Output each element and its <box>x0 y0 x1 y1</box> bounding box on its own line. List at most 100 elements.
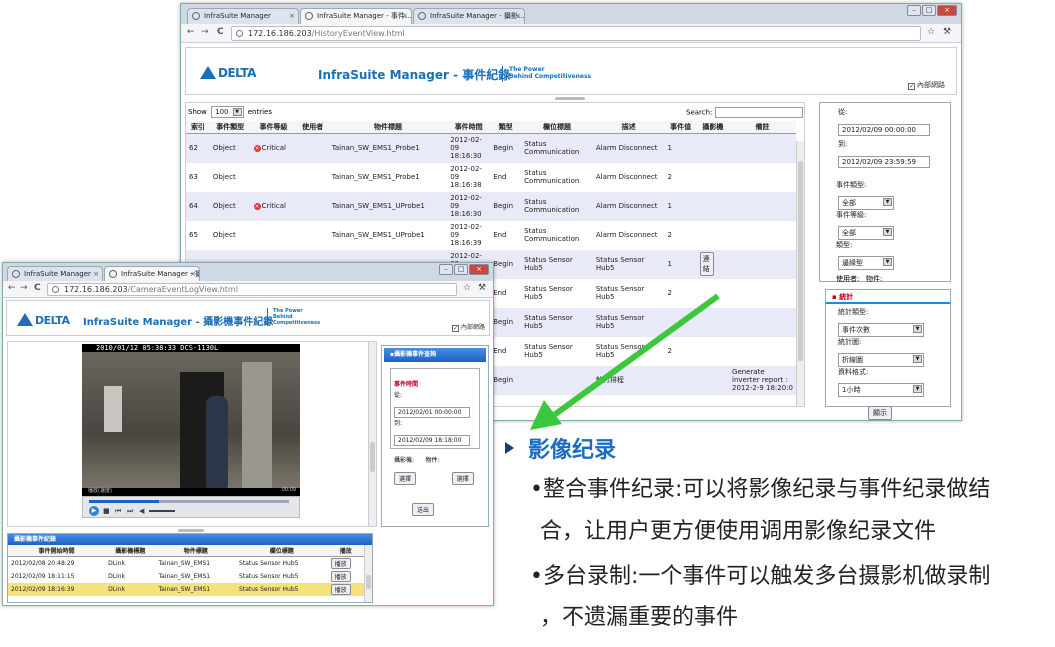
event-level-select[interactable]: 全部 ▼ <box>838 226 894 240</box>
column-header[interactable]: 索引 <box>186 121 210 134</box>
column-header[interactable]: 備註 <box>729 121 796 134</box>
to-date-input[interactable]: 2012/02/09 18:18:00 <box>394 435 470 446</box>
submit-row: 送出 <box>412 497 488 516</box>
tab-event-log[interactable]: InfraSuite Manager - 事件... × <box>300 8 412 24</box>
cell-idx: 65 <box>189 231 198 239</box>
log-row[interactable]: 2012/02/09 18:16:39 DLink Tainan_SW_EMS1 St… <box>8 583 364 596</box>
tab-bar: InfraSuite Manager × InfraSuite Manager -… <box>181 4 961 24</box>
close-tab-icon[interactable]: × <box>289 9 295 23</box>
scrollbar-thumb[interactable] <box>798 161 803 361</box>
cell-type: Object <box>209 191 251 221</box>
tab-camera-log[interactable]: InfraSuite Manager - 攝影...× <box>413 8 525 24</box>
bullet1-line1: •整合事件纪录:可以将影像纪录与事件纪录做结 <box>530 477 991 502</box>
url-input[interactable]: 172.16.186.203/HistoryEventView.html <box>231 26 921 41</box>
tab-infrasuite[interactable]: InfraSuite Manager × <box>187 8 299 24</box>
forward-icon[interactable]: → <box>20 283 28 293</box>
volume-icon[interactable]: ◀ <box>139 507 144 515</box>
wrench-icon[interactable]: ⚒ <box>943 27 951 37</box>
chart-icon: ▪ <box>832 293 837 301</box>
choose-object-button[interactable]: 選擇 <box>451 472 474 485</box>
video-player[interactable]: 2010/01/12 05:38:33 DCS-1130L 播放(速度) 00:… <box>82 344 300 496</box>
tab-camera-log[interactable]: InfraSuite Manager - 攝影...× <box>104 266 200 281</box>
stats-panel-header: ▪ 統計 <box>826 290 950 304</box>
splitter-handle[interactable] <box>178 529 204 532</box>
column-header[interactable]: 事件時間 <box>447 121 491 134</box>
play-icon[interactable]: ▶ <box>89 506 99 516</box>
column-header[interactable]: 事件等級 <box>250 121 297 134</box>
table-row[interactable]: 65 Object Tainan_SW_EMS1_UProbe1 2012-02-09… <box>186 221 796 250</box>
event-type-select[interactable]: 全部 ▼ <box>838 196 894 210</box>
volume-slider[interactable] <box>149 510 175 512</box>
bookmark-star-icon[interactable]: ☆ <box>927 27 935 37</box>
reload-icon[interactable]: C <box>34 283 41 293</box>
choose-camera-button[interactable]: 選擇 <box>394 472 417 485</box>
from-date-input[interactable]: 2012/02/01 00:00:00 <box>394 407 470 418</box>
log-row[interactable]: 2012/02/08 20:48:29 DLink Tainan_SW_EMS1 St… <box>8 557 364 571</box>
play-button[interactable]: 播放 <box>330 584 351 595</box>
seek-bar[interactable] <box>89 500 289 503</box>
minimize-icon[interactable]: – <box>439 264 453 275</box>
column-header[interactable]: 事件類型 <box>209 121 251 134</box>
play-button[interactable]: 播放 <box>330 571 351 582</box>
video-pane-scrollbar[interactable] <box>368 342 376 526</box>
maximize-icon[interactable]: □ <box>454 264 468 275</box>
table-scrollbar[interactable] <box>796 141 804 406</box>
submit-button[interactable]: 送出 <box>412 503 435 516</box>
log-column-header[interactable]: 播放 <box>327 545 364 557</box>
maximize-icon[interactable]: □ <box>922 5 936 16</box>
forward-icon[interactable]: → <box>201 27 209 37</box>
format-select[interactable]: 1小時 ▼ <box>838 383 924 397</box>
back-icon[interactable]: ← <box>8 283 16 293</box>
close-window-icon[interactable]: × <box>469 264 489 275</box>
table-row[interactable]: 64 Object × Critical Tainan_SW_EMS1_UProbe1 2… <box>186 191 796 221</box>
wrench-icon[interactable]: ⚒ <box>478 283 486 293</box>
reload-icon[interactable]: C <box>217 27 224 37</box>
log-column-header[interactable]: 欄位標題 <box>236 545 328 557</box>
close-tab-icon[interactable]: × <box>190 267 196 281</box>
url-input[interactable]: 172.16.186.203/CameraEventLogView.html <box>47 283 457 296</box>
log-scrollbar[interactable] <box>364 545 372 602</box>
log-column-header[interactable]: 事件開始時間 <box>8 545 106 557</box>
column-header[interactable]: 攝影機 <box>696 121 730 134</box>
log-column-header[interactable]: 物件標題 <box>155 545 237 557</box>
from-date-input[interactable]: 2012/02/09 00:00:00 <box>838 124 930 136</box>
bookmark-star-icon[interactable]: ☆ <box>463 283 471 293</box>
show-stats-button[interactable]: 顯示 <box>868 406 892 420</box>
stat-type-select[interactable]: 事件次數 ▼ <box>838 323 924 337</box>
close-tab-icon[interactable]: × <box>93 267 99 281</box>
close-tab-icon[interactable]: × <box>402 9 408 23</box>
internal-network-checkbox[interactable]: ✓ 內部網路 <box>452 322 485 332</box>
to-date-input[interactable]: 2012/02/09 23:59:59 <box>838 156 930 168</box>
play-button[interactable]: 播放 <box>330 558 351 569</box>
chart-select[interactable]: 折線圖 ▼ <box>838 353 924 367</box>
column-header[interactable]: 類型 <box>490 121 522 134</box>
tab-infrasuite[interactable]: InfraSuite Manager × <box>7 266 103 281</box>
column-header[interactable]: 物件標題 <box>328 121 448 134</box>
stop-icon[interactable]: ■ <box>103 507 110 515</box>
to-label: 到: <box>838 140 848 148</box>
prev-icon[interactable]: ⏮ <box>115 507 121 516</box>
splitter-handle[interactable] <box>555 97 585 100</box>
log-cell-play: 播放 <box>328 583 364 596</box>
log-row[interactable]: 2012/02/09 18:11:15 DLink Tainan_SW_EMS1 St… <box>8 570 364 583</box>
back-icon[interactable]: ← <box>187 27 195 37</box>
table-row[interactable]: 63 Object Tainan_SW_EMS1_Probe1 2012-02-09 … <box>186 163 796 192</box>
scrollbar-thumb[interactable] <box>370 442 375 472</box>
next-icon[interactable]: ⏭ <box>127 507 133 516</box>
camera-link-button[interactable]: 連結 <box>699 252 714 276</box>
kind-select[interactable]: 邊緣型 ▼ <box>838 256 894 270</box>
search-input[interactable] <box>714 107 803 118</box>
column-header[interactable]: 描述 <box>592 121 665 134</box>
column-header[interactable]: 事件值 <box>664 121 697 134</box>
close-tab-icon[interactable]: × <box>515 9 521 23</box>
app-header: DELTA InfraSuite Manager - 攝影機事件紀錄 The P… <box>6 300 490 336</box>
minimize-icon[interactable]: – <box>907 5 921 16</box>
page-size-select[interactable]: 100 ▼ <box>211 106 244 118</box>
log-column-header[interactable]: 攝影機標題 <box>105 545 156 557</box>
column-header[interactable]: 使用者 <box>296 121 329 134</box>
table-row[interactable]: 62 Object × Critical Tainan_SW_EMS1_Probe1 20… <box>186 133 796 163</box>
close-window-icon[interactable]: × <box>937 5 957 16</box>
internal-network-checkbox[interactable]: ✓ 內部網路 <box>908 80 945 90</box>
scrollbar-thumb[interactable] <box>366 575 371 589</box>
column-header[interactable]: 欄位標題 <box>521 121 593 134</box>
